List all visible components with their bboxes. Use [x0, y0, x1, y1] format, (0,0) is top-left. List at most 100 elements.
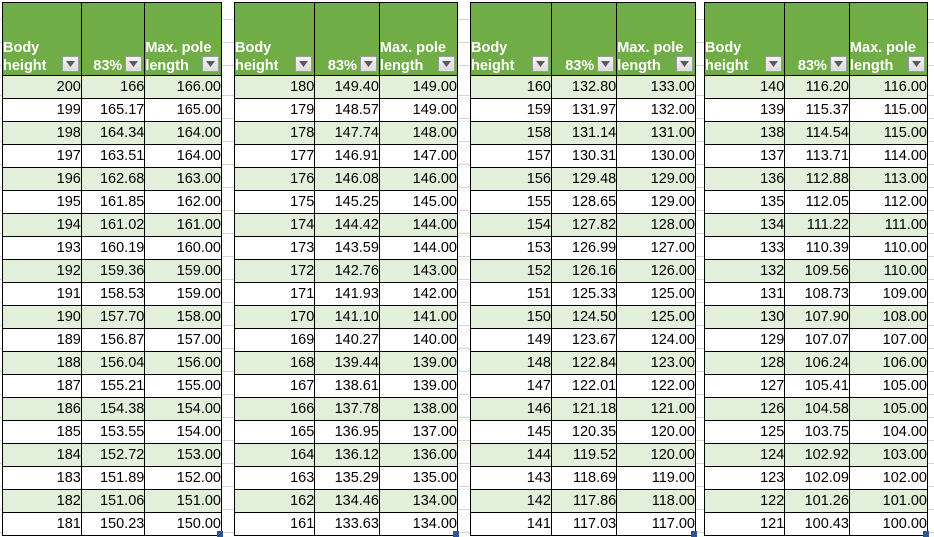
cell-max-pole-length[interactable]: 153.00 — [144, 443, 222, 467]
cell-max-pole-length[interactable]: 133.00 — [616, 75, 696, 99]
cell-percent-83[interactable]: 111.22 — [784, 213, 850, 237]
table-row[interactable]: 177 146.91 147.00 — [233, 144, 459, 168]
cell-max-pole-length[interactable]: 150.00 — [144, 512, 222, 536]
column-header-percent-83[interactable]: 83% — [550, 2, 618, 76]
cell-max-pole-length[interactable]: 134.00 — [378, 489, 459, 513]
cell-body-height[interactable]: 160 — [470, 75, 552, 99]
table-row[interactable]: 186 154.38 154.00 — [2, 397, 222, 421]
table-row[interactable]: 162 134.46 134.00 — [233, 489, 459, 513]
cell-body-height[interactable]: 156 — [470, 167, 552, 191]
table-row[interactable]: 160 132.80 133.00 — [470, 75, 696, 99]
table-row[interactable]: 181 150.23 150.00 — [2, 512, 222, 536]
cell-max-pole-length[interactable]: 132.00 — [616, 98, 696, 122]
cell-max-pole-length[interactable]: 164.00 — [144, 121, 222, 145]
cell-body-height[interactable]: 126 — [703, 397, 786, 421]
selection-fill-handle[interactable] — [217, 531, 223, 537]
cell-percent-83[interactable]: 143.59 — [314, 236, 380, 260]
table-row[interactable]: 195 161.85 162.00 — [2, 190, 222, 214]
cell-percent-83[interactable]: 166 — [80, 75, 146, 99]
cell-max-pole-length[interactable]: 101.00 — [848, 489, 929, 513]
cell-percent-83[interactable]: 125.33 — [550, 282, 618, 306]
cell-body-height[interactable]: 190 — [2, 305, 82, 329]
cell-body-height[interactable]: 125 — [703, 420, 786, 444]
cell-body-height[interactable]: 198 — [2, 121, 82, 145]
cell-percent-83[interactable]: 163.51 — [80, 144, 146, 168]
cell-percent-83[interactable]: 122.84 — [550, 351, 618, 375]
table-row[interactable]: 185 153.55 154.00 — [2, 420, 222, 444]
table-row[interactable]: 167 138.61 139.00 — [233, 374, 459, 398]
column-header-body-height[interactable]: Body height — [470, 2, 552, 76]
table-row[interactable]: 173 143.59 144.00 — [233, 236, 459, 260]
cell-percent-83[interactable]: 144.42 — [314, 213, 380, 237]
cell-max-pole-length[interactable]: 120.00 — [616, 420, 696, 444]
column-header-max-pole-length[interactable]: Max. pole length — [378, 2, 459, 76]
cell-max-pole-length[interactable]: 104.00 — [848, 420, 929, 444]
cell-body-height[interactable]: 134 — [703, 213, 786, 237]
table-row[interactable]: 142 117.86 118.00 — [470, 489, 696, 513]
cell-percent-83[interactable]: 142.76 — [314, 259, 380, 283]
cell-percent-83[interactable]: 146.08 — [314, 167, 380, 191]
cell-body-height[interactable]: 169 — [233, 328, 316, 352]
cell-max-pole-length[interactable]: 137.00 — [378, 420, 459, 444]
cell-body-height[interactable]: 189 — [2, 328, 82, 352]
filter-dropdown-icon[interactable] — [829, 56, 847, 72]
cell-body-height[interactable]: 171 — [233, 282, 316, 306]
cell-max-pole-length[interactable]: 114.00 — [848, 144, 929, 168]
cell-body-height[interactable]: 129 — [703, 328, 786, 352]
cell-max-pole-length[interactable]: 154.00 — [144, 420, 222, 444]
cell-body-height[interactable]: 197 — [2, 144, 82, 168]
cell-body-height[interactable]: 165 — [233, 420, 316, 444]
table-row[interactable]: 128 106.24 106.00 — [703, 351, 929, 375]
cell-max-pole-length[interactable]: 147.00 — [378, 144, 459, 168]
cell-body-height[interactable]: 193 — [2, 236, 82, 260]
cell-body-height[interactable]: 140 — [703, 75, 786, 99]
cell-body-height[interactable]: 157 — [470, 144, 552, 168]
cell-max-pole-length[interactable]: 113.00 — [848, 167, 929, 191]
cell-max-pole-length[interactable]: 110.00 — [848, 236, 929, 260]
cell-percent-83[interactable]: 119.52 — [550, 443, 618, 467]
cell-body-height[interactable]: 179 — [233, 98, 316, 122]
cell-max-pole-length[interactable]: 144.00 — [378, 213, 459, 237]
filter-dropdown-icon[interactable] — [532, 56, 549, 72]
cell-body-height[interactable]: 138 — [703, 121, 786, 145]
cell-max-pole-length[interactable]: 152.00 — [144, 466, 222, 490]
cell-percent-83[interactable]: 114.54 — [784, 121, 850, 145]
cell-max-pole-length[interactable]: 110.00 — [848, 259, 929, 283]
table-row[interactable]: 152 126.16 126.00 — [470, 259, 696, 283]
cell-max-pole-length[interactable]: 103.00 — [848, 443, 929, 467]
selection-fill-handle[interactable] — [691, 531, 697, 537]
table-row[interactable]: 161 133.63 134.00 — [233, 512, 459, 536]
table-row[interactable]: 134 111.22 111.00 — [703, 213, 929, 237]
table-row[interactable]: 157 130.31 130.00 — [470, 144, 696, 168]
cell-percent-83[interactable]: 158.53 — [80, 282, 146, 306]
cell-percent-83[interactable]: 153.55 — [80, 420, 146, 444]
cell-percent-83[interactable]: 122.01 — [550, 374, 618, 398]
table-row[interactable]: 168 139.44 139.00 — [233, 351, 459, 375]
cell-percent-83[interactable]: 118.69 — [550, 466, 618, 490]
cell-max-pole-length[interactable]: 115.00 — [848, 98, 929, 122]
cell-body-height[interactable]: 142 — [470, 489, 552, 513]
cell-max-pole-length[interactable]: 105.00 — [848, 397, 929, 421]
cell-body-height[interactable]: 194 — [2, 213, 82, 237]
table-row[interactable]: 130 107.90 108.00 — [703, 305, 929, 329]
cell-max-pole-length[interactable]: 121.00 — [616, 397, 696, 421]
table-row[interactable]: 125 103.75 104.00 — [703, 420, 929, 444]
table-row[interactable]: 172 142.76 143.00 — [233, 259, 459, 283]
cell-max-pole-length[interactable]: 105.00 — [848, 374, 929, 398]
table-row[interactable]: 190 157.70 158.00 — [2, 305, 222, 329]
cell-percent-83[interactable]: 106.24 — [784, 351, 850, 375]
cell-percent-83[interactable]: 134.46 — [314, 489, 380, 513]
cell-body-height[interactable]: 191 — [2, 282, 82, 306]
table-row[interactable]: 183 151.89 152.00 — [2, 466, 222, 490]
table-row[interactable]: 179 148.57 149.00 — [233, 98, 459, 122]
cell-max-pole-length[interactable]: 166.00 — [144, 75, 222, 99]
cell-body-height[interactable]: 167 — [233, 374, 316, 398]
cell-body-height[interactable]: 131 — [703, 282, 786, 306]
table-row[interactable]: 121 100.43 100.00 — [703, 512, 929, 536]
cell-body-height[interactable]: 148 — [470, 351, 552, 375]
cell-percent-83[interactable]: 120.35 — [550, 420, 618, 444]
table-row[interactable]: 151 125.33 125.00 — [470, 282, 696, 306]
cell-max-pole-length[interactable]: 139.00 — [378, 374, 459, 398]
cell-body-height[interactable]: 121 — [703, 512, 786, 536]
filter-dropdown-icon[interactable] — [359, 56, 377, 72]
